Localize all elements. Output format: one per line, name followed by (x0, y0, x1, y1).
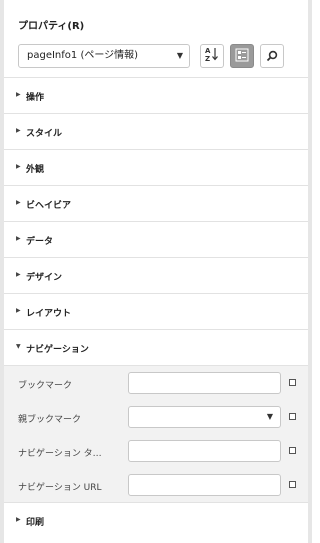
search-icon (266, 47, 278, 66)
property-label: ナビゲーション タ… (18, 449, 102, 459)
section-label: ナビゲーション (26, 345, 89, 355)
svg-text:Z: Z (205, 55, 210, 62)
object-selector[interactable]: pageInfo1 (ページ情報) ▼ (18, 44, 190, 68)
properties-panel: プロパティ(R) pageInfo1 (ページ情報) ▼ A Z ▶ 操作 ▶ … (0, 0, 312, 543)
section-operation[interactable]: ▶ 操作 (4, 77, 308, 113)
section-label: デザイン (26, 273, 63, 283)
expression-checkbox[interactable] (289, 413, 296, 420)
section-style[interactable]: ▶ スタイル (4, 113, 308, 149)
section-label: レイアウト (26, 309, 72, 319)
category-view-icon (235, 47, 249, 66)
section-design[interactable]: ▶ デザイン (4, 257, 308, 293)
parent-bookmark-select[interactable]: ▼ (128, 406, 281, 428)
caret-right-icon: ▶ (16, 127, 21, 134)
svg-text:A: A (205, 47, 211, 55)
property-row-navigation-url: ナビゲーション URL (4, 468, 308, 502)
navigation-url-input[interactable] (128, 474, 281, 496)
caret-right-icon: ▶ (16, 199, 21, 206)
property-search-button[interactable] (260, 44, 284, 68)
section-label: 操作 (26, 93, 45, 103)
categorized-view-button[interactable] (230, 44, 254, 68)
property-row-bookmark: ブックマーク (4, 366, 308, 400)
expression-checkbox[interactable] (289, 447, 296, 454)
section-label: ビヘイビア (26, 201, 72, 211)
section-data[interactable]: ▶ データ (4, 221, 308, 257)
property-sections: ▶ 操作 ▶ スタイル ▶ 外観 ▶ ビヘイビア ▶ データ ▶ デザイン ▶ … (4, 77, 308, 538)
caret-right-icon: ▶ (16, 307, 21, 314)
caret-right-icon: ▶ (16, 163, 21, 170)
section-layout[interactable]: ▶ レイアウト (4, 293, 308, 329)
sort-az-icon: A Z (205, 46, 219, 66)
caret-right-icon: ▶ (16, 91, 21, 98)
section-print[interactable]: ▶ 印刷 (4, 502, 308, 538)
section-label: データ (26, 237, 54, 247)
section-navigation[interactable]: ▼ ナビゲーション (4, 329, 308, 365)
property-label: 親ブックマーク (18, 415, 82, 425)
navigation-target-input[interactable] (128, 440, 281, 462)
section-label: 外観 (26, 165, 45, 175)
sort-alphabetical-button[interactable]: A Z (200, 44, 224, 68)
bookmark-input[interactable] (128, 372, 281, 394)
section-behavior[interactable]: ▶ ビヘイビア (4, 185, 308, 221)
expression-checkbox[interactable] (289, 379, 296, 386)
caret-right-icon: ▶ (16, 235, 21, 242)
expression-checkbox[interactable] (289, 481, 296, 488)
property-row-parent-bookmark: 親ブックマーク ▼ (4, 400, 308, 434)
section-label: スタイル (26, 129, 63, 139)
object-selector-value: pageInfo1 (ページ情報) (27, 50, 139, 61)
property-label: ナビゲーション URL (18, 483, 102, 493)
navigation-properties: ブックマーク 親ブックマーク ▼ ナビゲーション タ… ナビゲーション URL (4, 365, 308, 502)
chevron-down-icon: ▼ (266, 412, 273, 421)
section-label: 印刷 (26, 518, 45, 528)
property-label: ブックマーク (18, 381, 73, 391)
chevron-down-icon: ▼ (176, 51, 183, 60)
section-appearance[interactable]: ▶ 外観 (4, 149, 308, 185)
caret-right-icon: ▶ (16, 271, 21, 278)
caret-down-icon: ▼ (16, 343, 21, 350)
panel-title: プロパティ(R) (18, 21, 85, 32)
caret-right-icon: ▶ (16, 516, 21, 523)
property-row-navigation-target: ナビゲーション タ… (4, 434, 308, 468)
